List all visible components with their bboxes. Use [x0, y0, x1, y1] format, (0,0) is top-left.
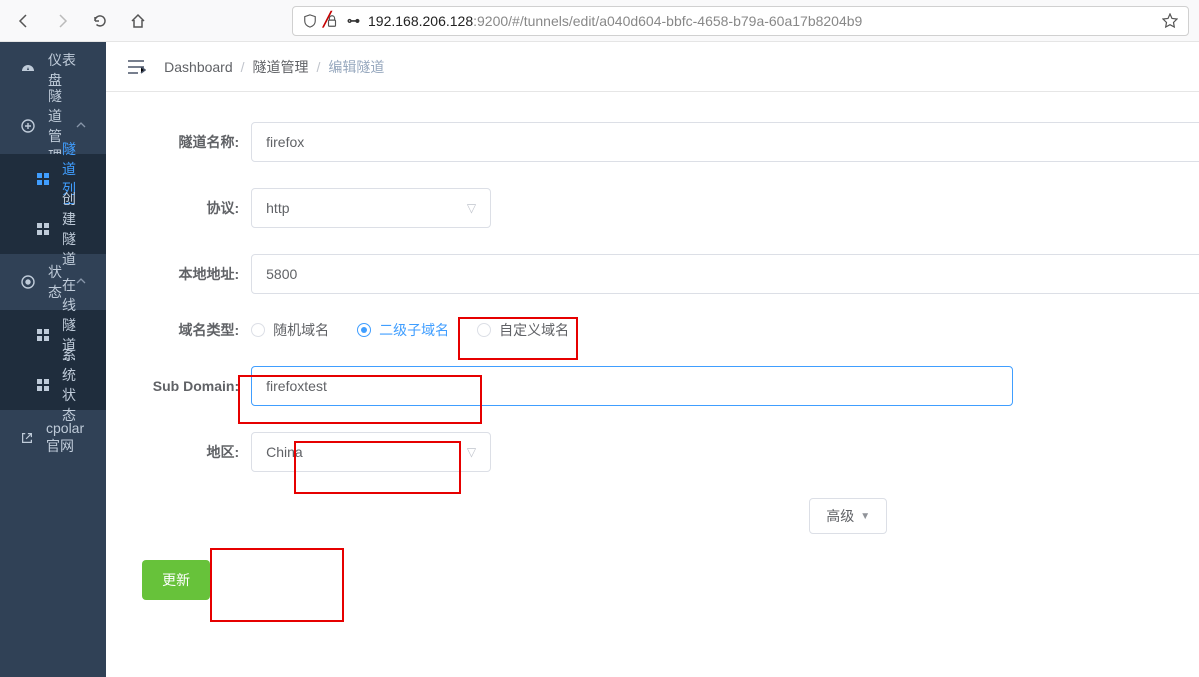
radio-icon: [477, 323, 491, 337]
grid-icon: [36, 328, 50, 342]
tunnel-name-input[interactable]: [251, 122, 1199, 162]
lock-insecure-icon: ╱: [325, 14, 339, 28]
grid-icon: [36, 378, 50, 392]
back-button[interactable]: [10, 7, 38, 35]
protocol-label: 协议:: [116, 198, 251, 218]
breadcrumb-sep: /: [241, 59, 245, 75]
edit-tunnel-form: 隧道名称: 协议: http ▽ 本地地址: 域名类型: 随机域名: [106, 92, 1199, 610]
url-bar[interactable]: ╱ ⊶ 192.168.206.128:9200/#/tunnels/edit/…: [292, 6, 1189, 36]
sidebar-item-label: 仪表盘: [48, 50, 86, 90]
grid-icon: [36, 222, 50, 236]
content-header: Dashboard / 隧道管理 / 编辑隧道: [106, 42, 1199, 92]
sidebar-item-tunnel-mgmt[interactable]: 隧道管理: [0, 98, 106, 154]
shield-icon: [303, 14, 317, 28]
caret-down-icon: ▼: [860, 511, 870, 522]
sidebar-item-system-status[interactable]: 系统状态: [0, 360, 106, 410]
grid-icon: [36, 172, 50, 186]
circle-icon: [20, 274, 36, 290]
breadcrumb: Dashboard / 隧道管理 / 编辑隧道: [164, 57, 384, 77]
key-icon: ⊶: [347, 13, 360, 29]
region-label: 地区:: [116, 442, 251, 462]
url-text: 192.168.206.128:9200/#/tunnels/edit/a040…: [368, 13, 862, 29]
local-addr-input[interactable]: [251, 254, 1199, 294]
hamburger-icon[interactable]: [126, 59, 146, 75]
breadcrumb-sep: /: [317, 59, 321, 75]
protocol-value: http: [266, 200, 289, 216]
gauge-icon: [20, 62, 36, 78]
sidebar-item-tunnel-list[interactable]: 隧道列表: [0, 154, 106, 204]
radio-icon: [251, 323, 265, 337]
radio-icon: [357, 323, 371, 337]
submit-button[interactable]: 更新: [142, 560, 210, 600]
breadcrumb-item-current: 编辑隧道: [328, 57, 384, 77]
domain-type-custom[interactable]: 自定义域名: [477, 320, 569, 340]
protocol-select[interactable]: http ▽: [251, 188, 491, 228]
sidebar-item-cpolar-site[interactable]: cpolar官网: [0, 410, 106, 466]
sidebar-item-online-tunnels[interactable]: 在线隧道列表: [0, 310, 106, 360]
subdomain-label: Sub Domain:: [116, 378, 251, 394]
breadcrumb-item[interactable]: Dashboard: [164, 59, 233, 75]
sidebar-item-label: cpolar官网: [46, 420, 86, 456]
reload-button[interactable]: [86, 7, 114, 35]
home-button[interactable]: [124, 7, 152, 35]
radio-label: 自定义域名: [499, 320, 569, 340]
tunnel-name-label: 隧道名称:: [116, 132, 251, 152]
domain-type-label: 域名类型:: [116, 320, 251, 340]
sidebar: 仪表盘 隧道管理 隧道列表 创建隧道 状态: [0, 42, 106, 677]
circle-plus-icon: [20, 118, 36, 134]
sidebar-item-tunnel-create[interactable]: 创建隧道: [0, 204, 106, 254]
radio-label: 随机域名: [273, 320, 329, 340]
domain-type-random[interactable]: 随机域名: [251, 320, 329, 340]
bookmark-star-icon[interactable]: [1162, 13, 1178, 29]
main-content: Dashboard / 隧道管理 / 编辑隧道 隧道名称: 协议: http ▽…: [106, 42, 1199, 677]
chevron-down-icon: [76, 121, 86, 131]
forward-button[interactable]: [48, 7, 76, 35]
advanced-button[interactable]: 高级 ▼: [809, 498, 887, 534]
sidebar-item-status[interactable]: 状态: [0, 254, 106, 310]
browser-toolbar: ╱ ⊶ 192.168.206.128:9200/#/tunnels/edit/…: [0, 0, 1199, 42]
external-link-icon: [20, 431, 34, 445]
submit-label: 更新: [162, 572, 190, 588]
region-value: China: [266, 444, 303, 460]
local-addr-label: 本地地址:: [116, 264, 251, 284]
region-select[interactable]: China ▽: [251, 432, 491, 472]
domain-type-subdomain[interactable]: 二级子域名: [357, 320, 449, 340]
radio-label: 二级子域名: [379, 320, 449, 340]
chevron-down-icon: ▽: [467, 445, 476, 459]
domain-type-radio-group: 随机域名 二级子域名 自定义域名: [251, 320, 569, 340]
advanced-label: 高级: [826, 506, 854, 526]
chevron-down-icon: ▽: [467, 201, 476, 215]
breadcrumb-item[interactable]: 隧道管理: [253, 57, 309, 77]
subdomain-input[interactable]: [251, 366, 1013, 406]
